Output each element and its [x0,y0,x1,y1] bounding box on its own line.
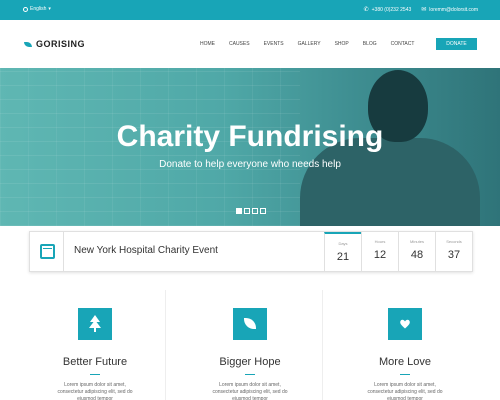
countdown-label: Days [338,241,348,246]
slider-dot-2[interactable] [244,208,250,214]
feature-text: Lorem ipsum dolor sit amet, consectetur … [57,382,133,400]
feature-bigger-hope: Bigger Hope Lorem ipsum dolor sit amet, … [185,308,315,400]
feature-text: Lorem ipsum dolor sit amet, consectetur … [212,382,288,400]
nav-item-events[interactable]: EVENTS [264,41,284,47]
hero-subtitle: Donate to help everyone who needs help [159,159,341,170]
divider [63,232,64,271]
top-bar: English ▾ ✆ +380 (0)232 2543 ✉ loremm@dolo… [0,0,500,20]
slider-dot-3[interactable] [252,208,258,214]
event-title[interactable]: New York Hospital Charity Event [74,245,218,256]
contact-info: ✆ +380 (0)232 2543 ✉ loremm@dolorsit.com [364,6,478,13]
heart-icon [388,308,422,340]
countdown-minutes: Minutes 48 [398,232,435,271]
feature-title[interactable]: Bigger Hope [185,356,315,368]
header: GORISING HOME CAUSES EVENTS GALLERY SHOP… [0,20,500,68]
nav-item-shop[interactable]: SHOP [335,41,349,47]
countdown-value: 21 [336,251,350,263]
language-label: English [30,6,47,12]
language-selector[interactable]: English ▾ [23,6,51,12]
phone[interactable]: ✆ +380 (0)232 2543 [364,6,412,13]
phone-text: +380 (0)232 2543 [371,7,412,13]
slider-dots [236,208,266,214]
slider-dot-1[interactable] [236,208,242,214]
nav-item-gallery[interactable]: GALLERY [298,41,321,47]
countdown-value: 48 [410,249,424,261]
countdown-value: 12 [373,249,387,261]
countdown-days: Days 21 [324,232,361,271]
countdown-value: 37 [447,249,461,261]
divider [245,374,255,375]
logo[interactable]: GORISING [24,39,85,49]
leaf-icon [24,41,32,47]
leaf-icon [233,308,267,340]
main-nav: HOME CAUSES EVENTS GALLERY SHOP BLOG CON… [200,41,414,47]
feature-more-love: More Love Lorem ipsum dolor sit amet, co… [340,308,470,400]
chevron-down-icon: ▾ [48,6,51,12]
email-text: loremm@dolorsit.com [429,7,478,13]
countdown-label: Minutes [409,239,424,244]
tree-icon [78,308,112,340]
feature-title[interactable]: Better Future [30,356,160,368]
nav-item-contact[interactable]: CONTACT [391,41,415,47]
email[interactable]: ✉ loremm@dolorsit.com [421,6,478,13]
phone-icon: ✆ [363,7,369,13]
slider-dot-4[interactable] [260,208,266,214]
globe-icon [23,6,28,12]
event-countdown-bar: New York Hospital Charity Event Days 21 … [29,231,473,272]
mail-icon: ✉ [421,7,427,13]
feature-better-future: Better Future Lorem ipsum dolor sit amet… [30,308,160,400]
nav-item-home[interactable]: HOME [200,41,215,47]
countdown-label: Hours [374,239,386,244]
countdown-label: Seconds [446,239,462,244]
countdown-hours: Hours 12 [361,232,398,271]
column-divider [322,290,323,400]
divider [90,374,100,375]
feature-text: Lorem ipsum dolor sit amet, consectetur … [367,382,443,400]
feature-title[interactable]: More Love [340,356,470,368]
column-divider [165,290,166,400]
countdown-seconds: Seconds 37 [435,232,472,271]
logo-text: GORISING [36,39,86,49]
donate-button[interactable]: DONATE [436,38,477,50]
nav-item-causes[interactable]: CAUSES [229,41,250,47]
nav-item-blog[interactable]: BLOG [363,41,377,47]
calendar-icon [40,244,55,259]
divider [400,374,410,375]
hero-title: Charity Fundrising [116,120,384,153]
